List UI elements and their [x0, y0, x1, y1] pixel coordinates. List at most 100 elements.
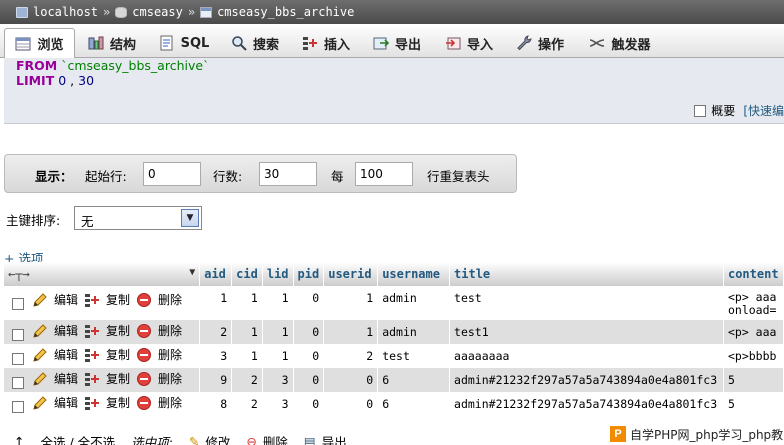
cell-pid[interactable]: 0: [293, 286, 325, 320]
cell-title[interactable]: aaaaaaaa: [449, 344, 724, 368]
cell-username[interactable]: admin: [377, 286, 451, 320]
row-checkbox[interactable]: [12, 401, 24, 414]
copy-row-button[interactable]: 复制: [84, 322, 130, 339]
delete-row-button[interactable]: 删除: [136, 322, 182, 339]
repeat-header-input[interactable]: [355, 162, 413, 186]
cell-cid[interactable]: 1: [231, 320, 263, 344]
cell-cid[interactable]: 2: [231, 392, 263, 416]
delete-row-button[interactable]: 删除: [136, 370, 182, 387]
cell-content[interactable]: <p> aaa onload=: [723, 286, 784, 320]
cell-username[interactable]: 6: [377, 392, 451, 416]
cell-cid[interactable]: 1: [231, 286, 263, 320]
cell-username[interactable]: 6: [377, 368, 451, 392]
column-header-username[interactable]: username: [377, 262, 451, 286]
cell-userid[interactable]: 0: [323, 392, 379, 416]
copy-row-button[interactable]: 复制: [84, 346, 130, 363]
cell-lid[interactable]: 3: [262, 392, 294, 416]
breadcrumb-table[interactable]: cmseasy_bbs_archive: [217, 5, 354, 19]
copy-row-button[interactable]: 复制: [84, 394, 130, 411]
tab-triggers[interactable]: 触发器: [580, 28, 660, 58]
cell-aid[interactable]: 9: [199, 368, 233, 392]
tab-import[interactable]: 导入: [437, 28, 501, 58]
quick-edit-link[interactable]: [快速编: [743, 102, 784, 119]
profiling-checkbox[interactable]: [694, 104, 707, 117]
cell-userid[interactable]: 0: [323, 368, 379, 392]
tab-export[interactable]: 导出: [365, 28, 429, 58]
cell-title[interactable]: admin#21232f297a57a5a743894a0e4a801fc3: [449, 392, 724, 416]
cell-content[interactable]: 5: [723, 368, 784, 392]
cell-lid[interactable]: 3: [262, 368, 294, 392]
breadcrumb-database[interactable]: cmseasy: [132, 5, 183, 19]
table-row: 编辑 复制 删除 3 1 1 0 2 test aaaaaaaa <p>bbbb: [4, 344, 784, 368]
cell-title[interactable]: admin#21232f297a57a5a743894a0e4a801fc3: [449, 368, 724, 392]
row-checkbox[interactable]: [12, 377, 24, 390]
check-all-link[interactable]: 全选 / 全不选: [40, 432, 115, 445]
bulk-edit-button[interactable]: ✎ 修改: [189, 432, 231, 445]
bulk-delete-button[interactable]: ⊖ 删除: [246, 432, 288, 445]
cell-pid[interactable]: 0: [293, 392, 325, 416]
column-header-content[interactable]: content: [723, 262, 784, 286]
tab-operations[interactable]: 操作: [508, 28, 572, 58]
edit-row-button[interactable]: 编辑: [32, 346, 78, 363]
delete-row-button[interactable]: 删除: [136, 394, 182, 411]
copy-icon: [84, 371, 100, 387]
cell-content[interactable]: <p>bbbb: [723, 344, 784, 368]
cell-userid[interactable]: 1: [323, 320, 379, 344]
column-header-userid[interactable]: userid: [323, 262, 379, 286]
cell-lid[interactable]: 1: [262, 344, 294, 368]
column-header-aid[interactable]: aid: [199, 262, 233, 286]
sort-select[interactable]: 无 ▼: [74, 206, 202, 230]
cell-lid[interactable]: 1: [262, 320, 294, 344]
tab-structure[interactable]: 结构: [78, 28, 146, 58]
cell-cid[interactable]: 2: [231, 368, 263, 392]
cell-aid[interactable]: 2: [199, 320, 233, 344]
edit-row-button[interactable]: 编辑: [32, 370, 78, 387]
column-header-lid[interactable]: lid: [262, 262, 294, 286]
cell-pid[interactable]: 0: [293, 368, 325, 392]
cell-content[interactable]: 5: [723, 392, 784, 416]
chevron-down-icon[interactable]: ▼: [181, 209, 199, 227]
cell-pid[interactable]: 0: [293, 320, 325, 344]
start-row-input[interactable]: [143, 162, 201, 186]
cell-lid[interactable]: 1: [262, 286, 294, 320]
edit-row-button[interactable]: 编辑: [32, 291, 78, 308]
edit-row-button[interactable]: 编辑: [32, 394, 78, 411]
tab-sql[interactable]: SQL: [152, 28, 216, 58]
cell-aid[interactable]: 1: [199, 286, 233, 320]
row-checkbox[interactable]: [12, 298, 24, 310]
row-actions: 编辑 复制 删除: [4, 392, 201, 416]
cell-username[interactable]: test: [377, 344, 451, 368]
bulk-export-button[interactable]: ▤ 导出: [304, 432, 347, 445]
row-checkbox[interactable]: [12, 353, 24, 366]
tab-search[interactable]: 搜索: [222, 28, 288, 58]
cell-aid[interactable]: 8: [199, 392, 233, 416]
column-header-title[interactable]: title: [449, 262, 724, 286]
sql-query-box: FROM `cmseasy_bbs_archive` LIMIT 0 , 30 …: [4, 58, 784, 124]
tab-browse[interactable]: 浏览: [4, 28, 75, 58]
table-row: 编辑 复制 删除 8 2 3 0 0 6 admin#21232f297a57a5a743894a…: [4, 392, 784, 416]
cell-title[interactable]: test: [449, 286, 724, 320]
cell-userid[interactable]: 2: [323, 344, 379, 368]
delete-row-button[interactable]: 删除: [136, 291, 182, 308]
cell-userid[interactable]: 1: [323, 286, 379, 320]
cell-pid[interactable]: 0: [293, 344, 325, 368]
column-header-pid[interactable]: pid: [293, 262, 325, 286]
cell-title[interactable]: test1: [449, 320, 724, 344]
cell-content[interactable]: <p> aaa: [723, 320, 784, 344]
table-header-row: ←┬→ ▼ aid cid lid pid userid username ti…: [4, 262, 784, 286]
tab-insert[interactable]: 插入: [294, 28, 358, 58]
row-checkbox[interactable]: [12, 329, 24, 342]
cell-username[interactable]: admin: [377, 320, 451, 344]
column-header-cid[interactable]: cid: [231, 262, 263, 286]
delete-row-button[interactable]: 删除: [136, 346, 182, 363]
cell-aid[interactable]: 3: [199, 344, 233, 368]
cell-cid[interactable]: 1: [231, 344, 263, 368]
column-resize-icon[interactable]: ←┬→: [8, 267, 30, 281]
copy-row-button[interactable]: 复制: [84, 370, 130, 387]
breadcrumb-server[interactable]: localhost: [33, 5, 98, 19]
edit-row-button[interactable]: 编辑: [32, 322, 78, 339]
pencil-icon: ✎: [188, 434, 200, 445]
copy-row-button[interactable]: 复制: [84, 291, 130, 308]
column-sort-menu-icon[interactable]: ▼: [189, 267, 195, 278]
rows-input[interactable]: [259, 162, 317, 186]
